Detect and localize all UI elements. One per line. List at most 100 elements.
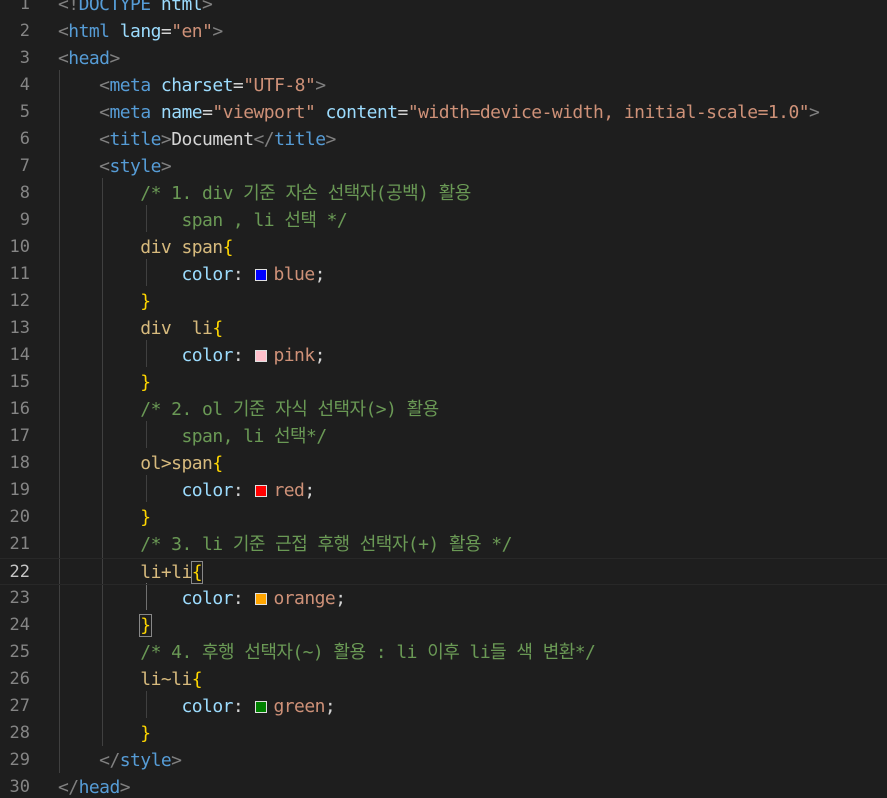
code-token: span , li 선택 */ [181,210,348,231]
code-line[interactable]: 21 /* 3. li 기준 근접 후행 선택자(+) 활용 */ [0,531,887,558]
code-line[interactable]: 22 li+li{ [0,558,887,585]
code-line[interactable]: 17 span, li 선택*/ [0,423,887,450]
line-number: 7 [19,156,30,176]
code-line[interactable]: 28 } [0,720,887,747]
code-text: <meta charset="UTF-8"> [58,72,326,99]
code-token: red [273,480,305,501]
code-line[interactable]: 26 li~li{ [0,666,887,693]
code-token: : [232,345,254,366]
line-number: 9 [19,210,30,230]
code-token: } [140,507,151,528]
code-line[interactable]: 24 } [0,612,887,639]
code-line[interactable]: 25 /* 4. 후행 선택자(~) 활용 : li 이후 li들 색 변환*/ [0,639,887,666]
code-text: color: blue; [58,261,325,288]
line-number: 2 [19,21,30,41]
code-token: : [232,696,254,717]
code-token: div span [140,237,223,258]
code-token: : [232,480,254,501]
code-token: < [58,21,69,42]
code-line[interactable]: 19 color: red; [0,477,887,504]
code-line[interactable]: 14 color: pink; [0,342,887,369]
color-swatch[interactable] [255,269,268,281]
code-line[interactable]: 8 /* 1. div 기준 자손 선택자(공백) 활용 [0,180,887,207]
code-token: /* 2. ol 기준 자식 선택자(>) 활용 [140,399,439,420]
code-line[interactable]: 30 </head> [0,774,887,798]
code-line[interactable]: 11 color: blue; [0,261,887,288]
code-token: < [58,48,69,69]
code-text: <head> [58,45,120,72]
code-line[interactable]: 29 </style> [0,747,887,774]
code-text: span , li 선택 */ [58,207,347,234]
code-token: lang [119,21,162,42]
code-token: "en" [171,21,213,42]
line-number: 30 [9,777,30,797]
code-token: li~li [140,669,192,690]
code-line[interactable]: 10 div span{ [0,234,887,261]
code-line[interactable]: 1 <!DOCTYPE html> [0,0,887,18]
code-token: : [232,264,254,285]
code-line[interactable]: 6 <title>Document</title> [0,126,887,153]
code-token: green [273,696,325,717]
code-text: <!DOCTYPE html> [58,0,213,18]
code-text: color: red; [58,477,315,504]
line-number: 27 [9,696,30,716]
code-token: < [99,156,110,177]
code-line[interactable]: 16 /* 2. ol 기준 자식 선택자(>) 활용 [0,396,887,423]
code-token: > [160,129,172,150]
color-swatch[interactable] [255,593,268,605]
code-line[interactable]: 3 <head> [0,45,887,72]
code-token: ol>span [140,453,213,474]
code-line[interactable]: 18 ol>span{ [0,450,887,477]
code-text: } [58,369,151,396]
code-token: title [109,129,161,150]
code-line[interactable]: 12 } [0,288,887,315]
line-number: 24 [9,615,30,635]
line-number: 3 [19,48,30,68]
code-token: charset [160,75,234,96]
code-token: } [140,291,151,312]
code-line[interactable]: 4 <meta charset="UTF-8"> [0,72,887,99]
code-token: /* 1. div 기준 자손 선택자(공백) 활용 [140,183,471,204]
code-line[interactable]: 13 div li{ [0,315,887,342]
code-line[interactable]: 9 span , li 선택 */ [0,207,887,234]
code-token: { [222,237,234,258]
line-number: 21 [9,534,30,554]
code-line[interactable]: 20 } [0,504,887,531]
color-swatch[interactable] [255,350,268,362]
code-text: <meta name="viewport" content="width=dev… [58,99,820,126]
code-text: /* 2. ol 기준 자식 선택자(>) 활용 [58,396,439,423]
code-token: > [315,75,326,96]
code-text: color: green; [58,693,335,720]
code-token: } [139,614,152,637]
color-swatch[interactable] [255,485,268,497]
code-line[interactable]: 27 color: green; [0,693,887,720]
code-line[interactable]: 23 color: orange; [0,585,887,612]
code-token: style [109,156,161,177]
code-editor[interactable]: 1 <!DOCTYPE html> 2 <html lang="en"> 3 <head>… [0,0,887,798]
code-token: html [68,21,110,42]
code-text: li~li{ [58,666,202,693]
code-token: ; [324,696,336,717]
code-token: ; [335,588,346,609]
code-token: color [181,264,233,285]
line-number: 1 [19,0,30,14]
color-swatch[interactable] [255,701,268,713]
line-number: 11 [9,264,30,284]
code-text: ol>span{ [58,450,223,477]
code-line[interactable]: 5 <meta name="viewport" content="width=d… [0,99,887,126]
code-token: { [191,669,203,690]
code-text: } [58,288,151,315]
code-line[interactable]: 2 <html lang="en"> [0,18,887,45]
code-token: title [274,129,326,150]
code-text: li+li{ [58,559,204,586]
code-line[interactable]: 7 <style> [0,153,887,180]
code-line[interactable]: 15 } [0,369,887,396]
